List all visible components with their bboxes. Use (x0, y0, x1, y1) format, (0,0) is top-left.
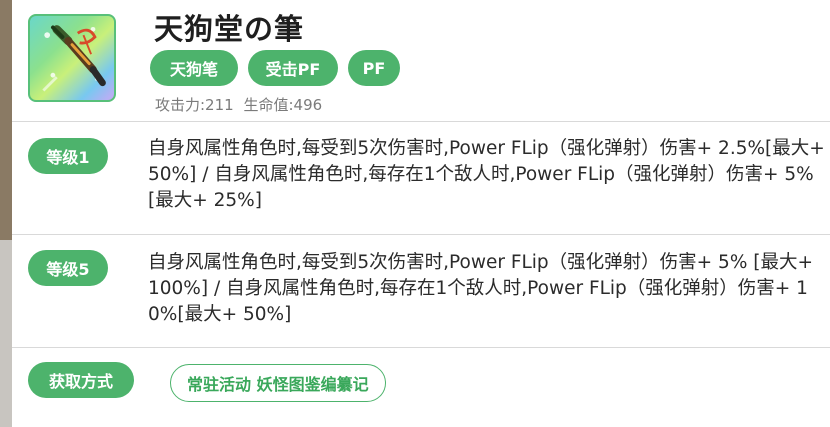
tag-hit-pf[interactable]: 受击PF (248, 50, 338, 86)
acquire-method-badge: 获取方式 (28, 362, 134, 398)
background-strip (0, 0, 12, 427)
level-1-description: 自身风属性角色时,每受到5次伤害时,Power FLip（强化弹射）伤害+ 2.… (148, 138, 825, 211)
item-detail-card: 天狗堂の筆 天狗笔 受击PF PF 攻击力:211 生命值:496 等级1 自身… (12, 0, 830, 427)
level-5-description: 自身风属性角色时,每受到5次伤害时,Power FLip（强化弹射）伤害+ 5%… (148, 252, 814, 325)
level-1-badge: 等级1 (28, 138, 108, 174)
hp-stat: 生命值:496 (243, 96, 323, 114)
attack-stat: 攻击力:211 (155, 96, 234, 114)
item-tags: 天狗笔 受击PF PF (150, 50, 400, 86)
brush-weapon-icon (28, 14, 116, 102)
brush-weapon-graphic (42, 25, 106, 92)
item-stats: 攻击力:211 生命值:496 (155, 94, 322, 115)
tag-pf[interactable]: PF (348, 50, 400, 86)
acquire-source-link[interactable]: 常驻活动 妖怪图鉴编纂记 (170, 364, 386, 402)
tag-tengu-brush[interactable]: 天狗笔 (150, 50, 238, 86)
item-header: 天狗堂の筆 天狗笔 受击PF PF 攻击力:211 生命值:496 (12, 0, 830, 120)
level-5-badge: 等级5 (28, 250, 108, 286)
divider (12, 234, 830, 235)
divider (12, 347, 830, 348)
background-strip-bottom (0, 240, 12, 427)
item-title: 天狗堂の筆 (154, 12, 305, 46)
divider (12, 121, 830, 122)
background-strip-top (0, 0, 12, 240)
